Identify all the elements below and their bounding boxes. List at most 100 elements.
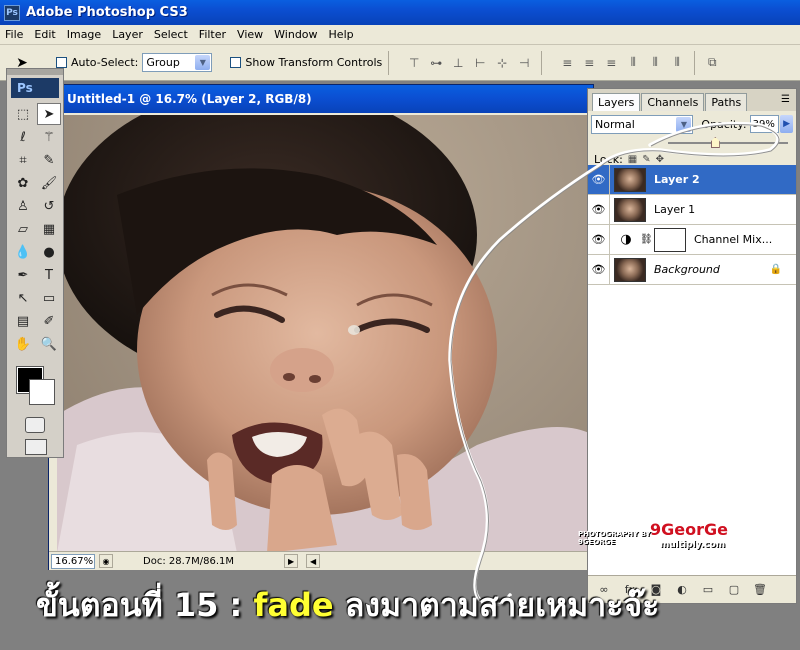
show-transform-label: Show Transform Controls xyxy=(245,56,383,69)
menu-window[interactable]: Window xyxy=(269,28,323,41)
distribute-bottom-icon[interactable]: ≡ xyxy=(602,54,620,72)
path-selection-tool-icon[interactable]: ↖ xyxy=(11,287,35,309)
layer-row-layer-2[interactable]: 👁 Layer 2 xyxy=(588,165,796,195)
layer-row-channel-mixer[interactable]: 👁 ◑ ⛓ Channel Mix... xyxy=(588,225,796,255)
visibility-eye-icon[interactable]: 👁 xyxy=(588,225,610,254)
layer-thumbnail xyxy=(614,167,646,192)
auto-select-checkbox[interactable] xyxy=(56,57,67,68)
lock-transparency-icon[interactable]: ▦ xyxy=(628,154,637,165)
panel-grip[interactable] xyxy=(7,69,63,75)
opacity-slider-track xyxy=(668,142,788,144)
menu-edit[interactable]: Edit xyxy=(29,28,61,41)
zoom-field[interactable]: 16.67% xyxy=(51,553,95,569)
menu-filter[interactable]: Filter xyxy=(194,28,232,41)
document-title[interactable]: Untitled-1 @ 16.7% (Layer 2, RGB/8) xyxy=(49,85,593,113)
slice-tool-icon[interactable]: ✎ xyxy=(37,149,61,171)
history-brush-tool-icon[interactable]: ↺ xyxy=(37,195,61,217)
distribute-right-icon[interactable]: ⦀ xyxy=(668,54,686,72)
marquee-tool-icon[interactable]: ⬚ xyxy=(11,103,35,125)
panel-menu-icon[interactable]: ☰ xyxy=(781,94,790,105)
menu-select[interactable]: Select xyxy=(149,28,194,41)
distribute-top-icon[interactable]: ≡ xyxy=(558,54,576,72)
tab-paths[interactable]: Paths xyxy=(705,93,748,111)
lock-position-icon[interactable]: ✥ xyxy=(656,154,664,165)
eraser-tool-icon[interactable]: ▱ xyxy=(11,218,35,240)
lock-pixels-icon[interactable]: ✎ xyxy=(642,154,650,165)
auto-select-value: Group xyxy=(146,56,180,69)
quick-mask-icon[interactable] xyxy=(25,417,45,433)
watermark-url: multiply.com xyxy=(660,540,726,550)
menu-image[interactable]: Image xyxy=(62,28,107,41)
trash-icon[interactable]: 🗑 xyxy=(750,583,770,596)
scroll-left-icon[interactable]: ◀ xyxy=(306,554,321,568)
layer-row-background[interactable]: 👁 Background 🔒 xyxy=(588,255,796,285)
distribute-vcenter-icon[interactable]: ≡ xyxy=(580,54,598,72)
caption-suffix: ลงมาตามสายเหมาะจ๊ะ xyxy=(333,586,660,624)
blend-mode-value: Normal xyxy=(595,117,635,131)
document-statusbar: 16.67% ◉ Doc: 28.7M/86.1M ▶ ◀ xyxy=(49,551,595,570)
menu-file[interactable]: File xyxy=(0,28,29,41)
document-canvas[interactable] xyxy=(57,115,593,553)
eyedropper-tool-icon[interactable]: ✐ xyxy=(37,310,61,332)
auto-align-icon[interactable]: ⧉ xyxy=(703,54,721,72)
chain-link-icon[interactable]: ⛓ xyxy=(640,234,653,245)
lasso-tool-icon[interactable]: ℓ xyxy=(11,126,35,148)
notes-tool-icon[interactable]: ▤ xyxy=(11,310,35,332)
show-transform-control: Show Transform Controls xyxy=(230,56,382,69)
blend-mode-dropdown[interactable]: Normal ▼ xyxy=(591,114,694,134)
ps-badge[interactable]: Ps xyxy=(11,78,59,98)
type-tool-icon[interactable]: T xyxy=(37,264,61,286)
opacity-slider-toggle-icon[interactable]: ▶ xyxy=(780,115,793,133)
align-bottom-icon[interactable]: ⊥ xyxy=(449,54,467,72)
crop-tool-icon[interactable]: ⌗ xyxy=(11,149,35,171)
background-color-swatch[interactable] xyxy=(29,379,55,405)
app-titlebar: Ps Adobe Photoshop CS3 xyxy=(0,0,800,25)
clone-stamp-tool-icon[interactable]: ♙ xyxy=(11,195,35,217)
menu-layer[interactable]: Layer xyxy=(107,28,149,41)
new-adjustment-icon[interactable]: ◐ xyxy=(672,583,692,596)
auto-select-control: Auto-Select: Group ▼ xyxy=(56,53,213,72)
visibility-eye-icon[interactable]: 👁 xyxy=(588,195,610,224)
zoom-tool-icon[interactable]: 🔍 xyxy=(37,333,61,355)
distribute-left-icon[interactable]: ⦀ xyxy=(624,54,642,72)
menu-view[interactable]: View xyxy=(232,28,269,41)
gradient-tool-icon[interactable]: ▦ xyxy=(37,218,61,240)
align-vcenter-icon[interactable]: ⊶ xyxy=(427,54,445,72)
document-window: Untitled-1 @ 16.7% (Layer 2, RGB/8) 16.6… xyxy=(48,84,595,570)
opacity-slider-thumb[interactable] xyxy=(710,137,720,148)
new-group-icon[interactable]: ▭ xyxy=(698,583,718,596)
align-top-icon[interactable]: ⊤ xyxy=(405,54,423,72)
opacity-slider[interactable] xyxy=(588,137,796,149)
pen-tool-icon[interactable]: ✒ xyxy=(11,264,35,286)
opacity-input[interactable]: 39% xyxy=(749,115,780,133)
auto-select-dropdown[interactable]: Group ▼ xyxy=(142,53,213,72)
distribute-hcenter-icon[interactable]: ⦀ xyxy=(646,54,664,72)
status-menu-icon[interactable]: ◉ xyxy=(99,554,113,568)
watermark-logo: 9GeorGe xyxy=(650,520,728,539)
hand-tool-icon[interactable]: ✋ xyxy=(11,333,35,355)
dodge-tool-icon[interactable]: ● xyxy=(37,241,61,263)
align-hcenter-icon[interactable]: ⊹ xyxy=(493,54,511,72)
show-transform-checkbox[interactable] xyxy=(230,57,242,68)
menu-help[interactable]: Help xyxy=(324,28,360,41)
new-layer-icon[interactable]: ▢ xyxy=(724,583,744,596)
move-tool-icon[interactable]: ➤ xyxy=(37,103,61,125)
visibility-eye-icon[interactable]: 👁 xyxy=(588,255,610,284)
visibility-eye-icon[interactable]: 👁 xyxy=(588,165,610,194)
opacity-label: Opacity: xyxy=(701,117,747,131)
magic-wand-tool-icon[interactable]: ⚚ xyxy=(37,126,61,148)
healing-brush-tool-icon[interactable]: ✿ xyxy=(11,172,35,194)
distribute-buttons: ≡ ≡ ≡ ⦀ ⦀ ⦀ xyxy=(556,54,688,72)
blur-tool-icon[interactable]: 💧 xyxy=(11,241,35,263)
align-left-icon[interactable]: ⊢ xyxy=(471,54,489,72)
layer-thumbnail xyxy=(614,197,646,222)
shape-tool-icon[interactable]: ▭ xyxy=(37,287,61,309)
layer-row-layer-1[interactable]: 👁 Layer 1 xyxy=(588,195,796,225)
align-right-icon[interactable]: ⊣ xyxy=(515,54,533,72)
brush-tool-icon[interactable]: 🖌 xyxy=(37,172,61,194)
screen-mode-icon[interactable] xyxy=(25,439,47,455)
status-arrow-icon[interactable]: ▶ xyxy=(284,554,299,568)
blend-row: Normal ▼ Opacity: 39% ▶ xyxy=(588,111,796,137)
tab-channels[interactable]: Channels xyxy=(641,93,705,111)
tab-layers[interactable]: Layers xyxy=(592,93,641,111)
